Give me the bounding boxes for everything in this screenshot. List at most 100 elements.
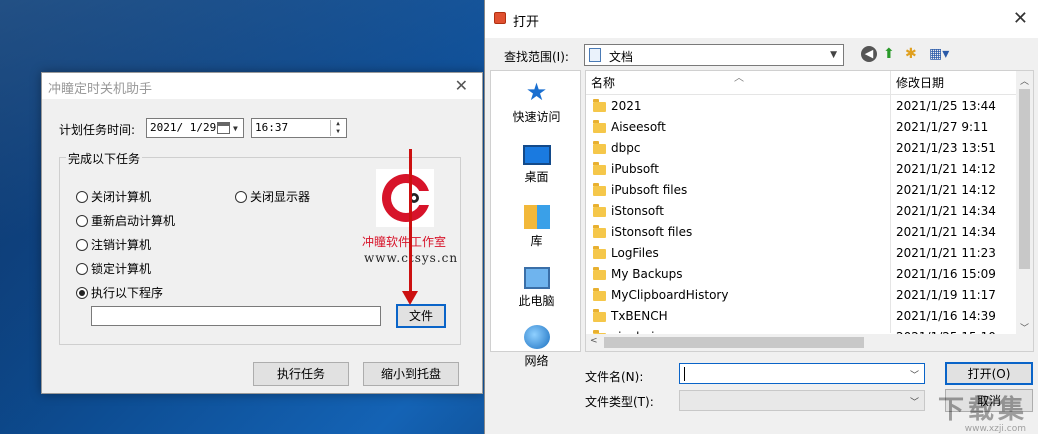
file-row[interactable]: dbpc 2021/1/23 13:51	[586, 138, 1018, 159]
studio-name: 冲瞳软件工作室	[362, 235, 447, 249]
place-network-label: 网络	[524, 354, 549, 368]
option-lock[interactable]: 锁定计算机	[76, 260, 151, 277]
place-quick-access-label: 快速访问	[512, 110, 561, 124]
open-file-dialog: 打开 ✕ 查找范围(I): 文档 ▼ ◀ ⬆ ✱ ▦▾ ★ 快速访问 桌面 库 …	[484, 0, 1038, 434]
file-row[interactable]: TxBENCH 2021/1/16 14:39	[586, 306, 1018, 327]
radio-shutdown[interactable]	[76, 190, 88, 203]
right-titlebar: 打开 ✕	[485, 0, 1038, 38]
file-date: 2021/1/23 13:51	[896, 141, 996, 155]
filename-input[interactable]: ﹀	[679, 363, 925, 384]
radio-lock[interactable]	[76, 262, 88, 275]
folder-icon	[593, 162, 606, 175]
new-folder-icon[interactable]: ✱	[905, 46, 917, 62]
radio-logoff[interactable]	[76, 238, 88, 251]
place-network[interactable]: 网络	[491, 323, 582, 369]
places-bar: ★ 快速访问 桌面 库 此电脑 网络	[490, 70, 582, 368]
up-folder-icon[interactable]: ⬆	[883, 46, 895, 62]
place-desktop[interactable]: 桌面	[491, 141, 582, 185]
option-restart[interactable]: 重新启动计算机	[76, 212, 175, 229]
option-logoff[interactable]: 注销计算机	[76, 236, 151, 253]
horizontal-scroll-thumb[interactable]	[604, 337, 864, 348]
file-name: dbpc	[611, 141, 641, 155]
scroll-left-icon[interactable]: <	[590, 336, 598, 346]
radio-run-program[interactable]	[76, 286, 88, 299]
place-quick-access[interactable]: ★ 快速访问	[491, 79, 582, 125]
sort-up-icon: ︿	[734, 73, 744, 84]
chevron-down-icon[interactable]: ﹀	[910, 368, 919, 381]
file-date: 2021/1/21 11:23	[896, 246, 996, 260]
date-value: 2021/ 1/29	[150, 121, 217, 134]
file-name: MyClipboardHistory	[611, 288, 729, 302]
file-date: 2021/1/16 15:09	[896, 267, 996, 281]
vertical-scrollbar[interactable]: ︿ ﹀	[1016, 71, 1033, 336]
back-icon[interactable]: ◀	[861, 46, 877, 62]
option-restart-label: 重新启动计算机	[91, 214, 176, 228]
option-shutdown[interactable]: 关闭计算机	[76, 188, 151, 205]
open-button[interactable]: 打开(O)	[945, 362, 1033, 385]
radio-monitor-off[interactable]	[235, 190, 247, 203]
minimize-to-tray-button[interactable]: 缩小到托盘	[363, 362, 459, 386]
scroll-up-icon[interactable]: ︿	[1020, 74, 1029, 87]
column-header-name[interactable]: ︿ 名称	[586, 71, 890, 95]
place-library[interactable]: 库	[491, 203, 582, 249]
file-row[interactable]: iStonsoft files 2021/1/21 14:34	[586, 222, 1018, 243]
option-monitor-off-label: 关闭显示器	[250, 190, 311, 204]
file-date: 2021/1/19 11:17	[896, 288, 996, 302]
time-spin-buttons[interactable]: ▲ ▼	[330, 120, 345, 136]
shutdown-assistant-window: 冲瞳定时关机助手 ✕ 计划任务时间: 2021/ 1/29 ▼ 16:37 ▲ …	[41, 72, 483, 394]
file-row[interactable]: iPubsoft files 2021/1/21 14:12	[586, 180, 1018, 201]
program-path-input[interactable]	[91, 306, 381, 326]
left-window-title: 冲瞳定时关机助手	[48, 82, 153, 97]
option-run-program-label: 执行以下程序	[91, 286, 164, 300]
file-name: iPubsoft	[611, 162, 659, 176]
file-row[interactable]: MyClipboardHistory 2021/1/19 11:17	[586, 285, 1018, 306]
lookin-dropdown[interactable]: 文档 ▼	[584, 44, 844, 66]
place-library-label: 库	[530, 234, 543, 248]
folder-icon	[593, 141, 606, 154]
file-row[interactable]: iPubsoft 2021/1/21 14:12	[586, 159, 1018, 180]
place-this-pc-label: 此电脑	[518, 294, 555, 308]
chevron-down-icon[interactable]: ﹀	[910, 395, 919, 408]
file-row[interactable]: Aiseesoft 2021/1/27 9:11	[586, 117, 1018, 138]
place-this-pc[interactable]: 此电脑	[491, 263, 582, 309]
column-name-label: 名称	[591, 76, 616, 90]
file-row[interactable]: 2021 2021/1/25 13:44	[586, 96, 1018, 117]
option-run-program[interactable]: 执行以下程序	[76, 284, 163, 301]
option-lock-label: 锁定计算机	[91, 262, 152, 276]
place-desktop-label: 桌面	[524, 170, 549, 184]
date-picker[interactable]: 2021/ 1/29 ▼	[146, 118, 244, 138]
file-row[interactable]: My Backups 2021/1/16 15:09	[586, 264, 1018, 285]
column-header-date[interactable]: 修改日期	[891, 71, 1019, 95]
site-watermark-url: www.xzji.com	[964, 424, 1026, 434]
run-task-button[interactable]: 执行任务	[253, 362, 349, 386]
file-row[interactable]: LogFiles 2021/1/21 11:23	[586, 243, 1018, 264]
app-icon	[494, 12, 506, 24]
file-name: LogFiles	[611, 246, 659, 260]
logo	[376, 169, 434, 227]
view-menu-icon[interactable]: ▦▾	[929, 46, 949, 62]
horizontal-scrollbar[interactable]: <	[586, 334, 1033, 351]
file-name: iStonsoft files	[611, 225, 693, 239]
close-icon[interactable]: ✕	[1013, 8, 1028, 29]
filetype-dropdown[interactable]: ﹀	[679, 390, 925, 411]
calendar-icon[interactable]	[217, 122, 230, 134]
filename-label: 文件名(N):	[585, 370, 644, 384]
chevron-down-icon[interactable]: ▼	[830, 50, 837, 60]
time-spinner[interactable]: 16:37 ▲ ▼	[251, 118, 347, 138]
file-row[interactable]: iStonsoft 2021/1/21 14:34	[586, 201, 1018, 222]
close-icon[interactable]: ✕	[455, 76, 468, 95]
folder-icon	[593, 246, 606, 259]
spin-up-icon[interactable]: ▲	[331, 120, 345, 128]
radio-restart[interactable]	[76, 214, 88, 227]
scroll-down-icon[interactable]: ﹀	[1020, 321, 1029, 334]
folder-icon	[593, 99, 606, 112]
option-monitor-off[interactable]: 关闭显示器	[235, 188, 310, 205]
column-date-label: 修改日期	[896, 76, 945, 90]
spin-down-icon[interactable]: ▼	[331, 128, 345, 136]
file-button[interactable]: 文件	[396, 304, 446, 328]
chevron-down-icon[interactable]: ▼	[233, 124, 238, 133]
file-date: 2021/1/25 13:44	[896, 99, 996, 113]
vertical-scroll-thumb[interactable]	[1019, 89, 1030, 269]
option-logoff-label: 注销计算机	[91, 238, 152, 252]
folder-icon	[593, 309, 606, 322]
